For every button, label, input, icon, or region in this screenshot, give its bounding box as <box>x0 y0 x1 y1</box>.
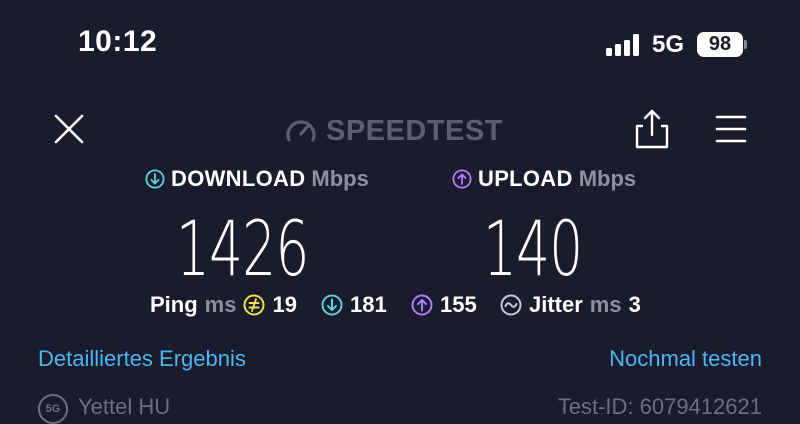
battery-level: 98 <box>697 32 743 57</box>
upload-value: 140 <box>483 204 583 293</box>
ping-download-value: 181 <box>350 292 387 317</box>
download-label: DOWNLOAD <box>171 166 306 191</box>
jitter: Jitter ms 3 <box>500 292 641 318</box>
download-unit: Mbps <box>311 166 369 191</box>
close-icon[interactable] <box>50 110 88 148</box>
download-value: 1426 <box>176 204 309 293</box>
status-time: 10:12 <box>78 25 158 58</box>
jitter-wave-icon <box>500 294 522 316</box>
ping-jitter-row: Ping ms 19 181 155 Jitter ms 3 <box>0 292 800 322</box>
ping-download: 181 <box>321 292 387 318</box>
idle-ping-icon <box>243 294 265 316</box>
provider-name: Yettel HU <box>78 394 171 419</box>
arrow-up-circle-icon <box>411 294 433 316</box>
download-header: DOWNLOAD Mbps <box>145 166 369 192</box>
detailed-result-link[interactable]: Detailliertes Ergebnis <box>38 346 246 372</box>
test-id: Test-ID: 6079412621 <box>557 394 762 419</box>
logo-text: SPEEDTEST <box>326 114 503 147</box>
battery-tip-icon <box>744 40 747 49</box>
jitter-label: Jitter <box>529 292 583 317</box>
action-links: Detailliertes Ergebnis Nochmal testen <box>0 346 800 378</box>
ping-unit: ms <box>204 292 237 317</box>
menu-icon[interactable] <box>714 112 748 146</box>
arrow-down-circle-icon <box>145 169 165 189</box>
speedtest-logo: SPEEDTEST <box>284 114 503 148</box>
upload-label: UPLOAD <box>478 166 573 191</box>
ping-upload: 155 <box>411 292 477 318</box>
ping-upload-value: 155 <box>440 292 477 317</box>
results-panel: DOWNLOAD Mbps 1426 UPLOAD Mbps 140 <box>0 166 800 293</box>
retest-link[interactable]: Nochmal testen <box>609 346 762 372</box>
status-bar: 10:12 5G 98 <box>0 0 800 90</box>
ping-idle: Ping ms 19 <box>150 292 297 318</box>
ping-label: Ping <box>150 292 198 317</box>
arrow-down-circle-icon <box>321 294 343 316</box>
network-badge: 5G <box>38 394 68 424</box>
gauge-icon <box>286 120 316 142</box>
share-icon[interactable] <box>634 108 670 150</box>
arrow-up-circle-icon <box>452 169 472 189</box>
app-header: SPEEDTEST <box>0 100 800 160</box>
signal-strength-icon <box>606 34 644 56</box>
jitter-unit: ms <box>589 292 622 317</box>
network-type: 5G <box>652 31 685 58</box>
upload-unit: Mbps <box>578 166 637 191</box>
ping-idle-value: 19 <box>272 292 297 317</box>
jitter-value: 3 <box>628 292 641 317</box>
upload-header: UPLOAD Mbps <box>452 166 636 192</box>
